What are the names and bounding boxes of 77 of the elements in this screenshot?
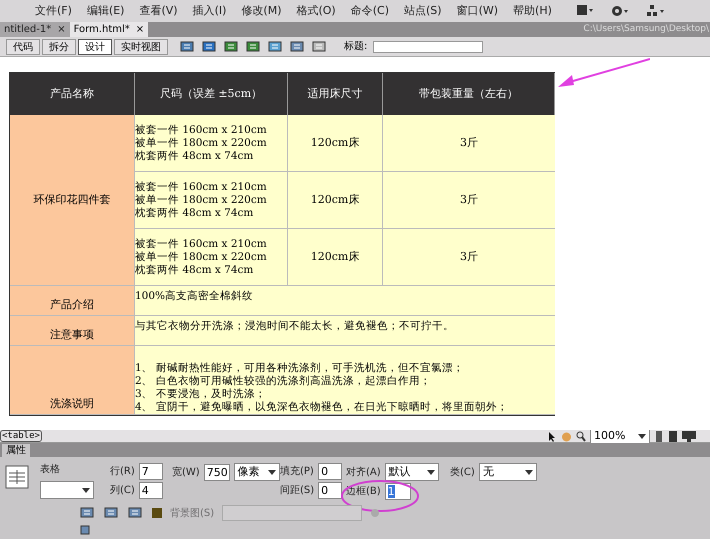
menu-item[interactable]: 格式(O): [296, 2, 336, 20]
table-header-cell: 适用床尺寸: [288, 73, 383, 115]
zoom-icon[interactable]: [576, 430, 586, 442]
title-label: 标题:: [344, 40, 368, 54]
menu-item[interactable]: 命令(C): [350, 2, 389, 20]
layout-icon[interactable]: [576, 5, 593, 15]
table-cell: 120cm床: [288, 115, 383, 172]
menu-item[interactable]: 插入(I): [192, 2, 226, 20]
table-cell: 环保印花四件套: [10, 115, 135, 286]
field-label: 行(R): [110, 465, 135, 479]
hierarchy-icon[interactable]: [646, 5, 665, 17]
close-button[interactable]: ×: [57, 22, 66, 37]
file-path: C:\Users\Samsung\Desktop\: [583, 22, 710, 36]
view-button[interactable]: 拆分: [42, 38, 76, 54]
properties-tab[interactable]: 属性: [2, 444, 30, 457]
input-field[interactable]: 0: [318, 482, 342, 499]
table-cell: 注意事项: [10, 316, 135, 346]
input-field[interactable]: 0: [318, 463, 342, 480]
close-button[interactable]: ×: [136, 22, 144, 37]
view-button[interactable]: 设计: [78, 38, 112, 54]
input-field[interactable]: 1: [384, 483, 411, 500]
field-label: 间距(S): [280, 484, 314, 498]
menu-item[interactable]: 窗口(W): [456, 2, 498, 20]
input-field[interactable]: 750: [204, 464, 230, 480]
dropdown[interactable]: 默认: [384, 463, 439, 481]
field-label: 对齐(A): [346, 466, 381, 480]
menu-item[interactable]: 站点(S): [404, 2, 442, 20]
table-cell: 洗涤说明: [10, 346, 135, 415]
table-header-cell: 尺码（误差 ±5cm）: [135, 73, 288, 115]
caret-icon: [82, 488, 90, 492]
tablet-icon[interactable]: [668, 430, 678, 442]
caret-icon: [426, 470, 435, 474]
table-cell: 1、 耐碱耐热性能好，可用各种洗涤剂，可手洗机洗，但不宜氯漂； 2、 白色衣物可用碱性较强的洗涤剂高温洗涤，起漂白作用； 3、 不要浸泡，及时洗涤； 4、 宜阴干，避免曝晒，以免深色衣物褪色，在日光下晾晒时，将里面朝外；: [135, 346, 555, 415]
page-icon[interactable]: [654, 430, 664, 442]
table-header-cell: 产品名称: [10, 73, 135, 115]
input-field[interactable]: [222, 505, 362, 521]
table-cell: 被套一件 160cm x 210cm 被单一件 180cm x 220cm 枕套两件 48cm x 74cm: [135, 172, 288, 229]
input-field[interactable]: 7: [138, 463, 163, 480]
caret-icon: [524, 470, 533, 474]
menu-item[interactable]: 编辑(E): [86, 2, 124, 20]
view-button[interactable]: 实时视图: [114, 38, 168, 54]
caret-icon: [268, 470, 276, 474]
table-header-cell: 带包装重量（左右）: [383, 73, 555, 115]
view-button[interactable]: 代码: [6, 38, 40, 54]
menu-item[interactable]: 查看(V): [139, 2, 178, 20]
table-cell: 120cm床: [288, 172, 383, 229]
pointer-icon[interactable]: [547, 430, 557, 442]
caret-icon: [638, 434, 646, 438]
table-cell: 100%高支高密全棉斜纹: [135, 286, 555, 316]
dropdown[interactable]: [40, 481, 94, 499]
field-label: 宽(W): [172, 466, 200, 480]
field-label: 背景图(S): [170, 506, 214, 520]
table-icon: [5, 465, 29, 489]
table-cell: 120cm床: [288, 229, 383, 286]
dropdown[interactable]: 无: [478, 463, 537, 481]
table-cell: 3斤: [383, 229, 555, 286]
title-field[interactable]: [373, 40, 484, 52]
table-cell: 3斤: [383, 172, 555, 229]
table-cell: 3斤: [383, 115, 555, 172]
menu-item[interactable]: 文件(F): [35, 2, 72, 20]
input-field[interactable]: 4: [138, 482, 163, 499]
field-label: 列(C): [110, 484, 135, 498]
field-label: 填充(P): [280, 464, 314, 479]
tag-button[interactable]: <table>: [0, 430, 42, 442]
field-label: 表格: [40, 464, 60, 475]
table-cell: 产品介绍: [10, 286, 135, 316]
table-cell: 被套一件 160cm x 210cm 被单一件 180cm x 220cm 枕套两件 48cm x 74cm: [135, 115, 288, 172]
dropdown[interactable]: 像素: [234, 463, 280, 481]
table-cell: 与其它衣物分开洗涤；浸泡时间不能太长，避免褪色；不可拧干。: [135, 316, 555, 346]
monitor-icon[interactable]: [682, 430, 696, 442]
menu-item[interactable]: 帮助(H): [513, 2, 552, 20]
menu-item[interactable]: 修改(M): [241, 2, 282, 20]
document-tab[interactable]: ntitled-1* ×: [0, 22, 70, 37]
gear-icon[interactable]: [610, 5, 629, 17]
table-cell: 被套一件 160cm x 210cm 被单一件 180cm x 220cm 枕套两件 48cm x 74cm: [135, 229, 288, 286]
field-label: 类(C): [450, 466, 475, 480]
document-tab[interactable]: Form.html* ×: [70, 22, 148, 37]
